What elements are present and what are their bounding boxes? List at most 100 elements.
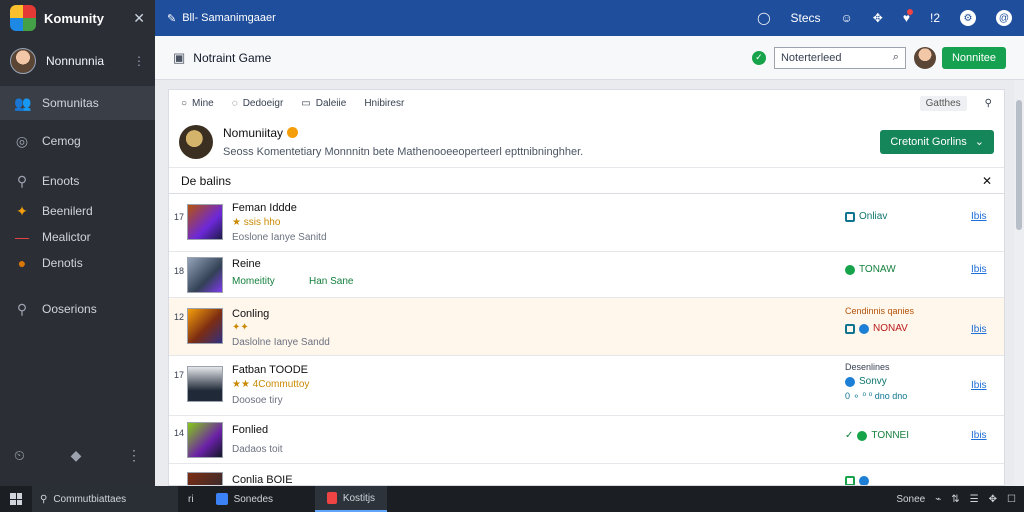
top-bar-title: ✎ Bll- Samanimgaaer <box>167 12 757 25</box>
row-link[interactable]: Ibis <box>971 324 987 335</box>
more-icon[interactable]: ⋮ <box>133 54 145 68</box>
gamepad-icon: ◎ <box>15 132 29 149</box>
notification-icon[interactable]: !2 <box>930 11 940 25</box>
app-icon <box>215 493 228 505</box>
windows-icon <box>10 493 22 505</box>
sidebar-item-somunitas[interactable]: 👥 Somunitas <box>0 86 155 120</box>
app-icon <box>327 492 337 504</box>
filter-label: Hnibiresr <box>364 97 405 109</box>
row-number: 17 <box>174 370 185 380</box>
status-label: Cendinnis qanies <box>845 306 915 316</box>
row-link[interactable]: Ibis <box>971 211 987 222</box>
status-badge: Sonvy <box>845 376 887 387</box>
diamond-icon[interactable]: ◆ <box>71 447 82 464</box>
circle-icon[interactable]: ◯ <box>757 11 770 25</box>
start-button[interactable] <box>0 493 32 505</box>
table-row[interactable]: 18 Reine Momeitity Han Sane TONAW Ibis <box>169 252 1004 298</box>
sidebar-item-label: Ooserions <box>42 302 97 316</box>
status-text: Onliav <box>859 211 888 222</box>
row-link[interactable]: Ibis <box>971 264 987 275</box>
status-text: NONAV <box>873 323 908 334</box>
smile-icon[interactable]: ☺ <box>841 11 853 25</box>
section-title: De balins <box>181 173 232 188</box>
filter-mine[interactable]: ○ Mine <box>181 98 214 109</box>
filter-daleiie[interactable]: ▭ Daleiie <box>301 98 346 109</box>
sidebar-item-cemog[interactable]: ◎ Cemog <box>0 124 155 158</box>
row-rating: ✦✦ <box>232 322 249 333</box>
taskbar-app-label: Kostitjs <box>342 492 376 504</box>
table-row[interactable]: 12 Conling ✦✦ Daslolne Ianye Sandd Cendi… <box>169 298 1004 356</box>
more-icon[interactable]: ⋮ <box>127 447 141 464</box>
taskbar-app[interactable]: Sonedes <box>204 486 285 512</box>
sidebar-item-denotis[interactable]: ● Denotis <box>0 250 155 276</box>
status-badge: TONAW <box>845 264 896 275</box>
row-number: 12 <box>174 312 185 322</box>
search-input[interactable]: Noterterleed ⌕ <box>773 46 906 69</box>
row-link[interactable]: Ibis <box>971 380 987 391</box>
taskbar-label: ri <box>188 493 194 505</box>
row-name: Fatban TOODE <box>232 364 309 376</box>
status-label: Desenlines <box>845 362 890 372</box>
taskbar-search[interactable]: ⚲ Commutbiattaes <box>32 486 178 512</box>
table-row[interactable]: 17 Fatban TOODE ★★ 4Commuttoy Doosoe tir… <box>169 356 1004 416</box>
action-dropdown-button[interactable]: Cretonit Gorlins ⌄ <box>880 129 994 154</box>
sidebar-header: Komunity ✕ <box>0 0 155 36</box>
avatar[interactable] <box>913 46 936 69</box>
notifications-icon[interactable]: ☐ <box>1007 494 1016 505</box>
filter-button[interactable]: Gatthes <box>919 95 967 111</box>
taskbar: ⚲ Commutbiattaes ri Sonedes Kostitjs Son… <box>0 486 1024 512</box>
search-icon[interactable]: ⚲ <box>985 98 992 109</box>
stecs-link[interactable]: Stecs <box>791 11 821 25</box>
top-bar-icons: ◯ Stecs ☺ ✥ ♥ !2 ⚙ @ <box>757 9 1012 26</box>
move-icon[interactable]: ✥ <box>873 11 883 25</box>
sidebar-footer: ⏲ ◆ ⋮ <box>0 447 155 464</box>
primary-button[interactable]: Nonnitee <box>941 46 1006 69</box>
page-title: Bll- Samanimgaaer <box>182 12 276 24</box>
row-rating: ★★ 4Commuttoy <box>232 379 310 390</box>
app-title: Komunity <box>44 10 104 26</box>
status-icon <box>845 264 855 275</box>
move-icon[interactable]: ✥ <box>989 494 997 505</box>
menu-icon[interactable]: ☰ <box>970 494 979 505</box>
clock-icon[interactable]: ⏲ <box>14 447 25 464</box>
status-icon <box>857 430 868 441</box>
table-row[interactable]: 17 Feman Iddde ★ ssis hho Eoslone Ianye … <box>169 196 1004 252</box>
taskbar-app-active[interactable]: Kostitjs <box>315 486 388 512</box>
filter-hnibiresr[interactable]: Hnibiresr <box>364 98 404 109</box>
status-badge: ✓ TONNEI <box>845 430 909 441</box>
row-link[interactable]: Ibis <box>971 430 987 441</box>
table-row[interactable]: 14 Fonlied Dadaos toit ✓ TONNEI Ibis <box>169 416 1004 464</box>
settings-icon[interactable]: ⚙ <box>960 10 976 26</box>
search-icon[interactable]: ⌕ <box>893 51 899 64</box>
status-icon <box>845 376 855 387</box>
row-meta: Dadaos toit <box>232 444 283 455</box>
wifi-icon[interactable]: ⌁ <box>935 494 941 505</box>
account-icon[interactable]: @ <box>996 10 1012 26</box>
close-icon[interactable]: ✕ <box>133 10 145 27</box>
row-meta: Daslolne Ianye Sandd <box>232 337 330 348</box>
network-icon[interactable]: ⇅ <box>951 494 959 505</box>
status-icon <box>845 476 855 485</box>
sidebar-user[interactable]: Nonnunnia ⋮ <box>0 36 155 86</box>
sidebar-item-enoots[interactable]: ⚲ Enoots <box>0 164 155 198</box>
vertical-scrollbar[interactable] <box>1014 80 1024 486</box>
table-row[interactable]: Conlia BOIE <box>169 464 1004 485</box>
filter-bar: ○ Mine ◌ Dedoeigr ▭ Daleiie Hnibiresr Gatth… <box>169 90 1004 116</box>
main-panel: ○ Mine ◌ Dedoeigr ▭ Daleiie Hnibiresr Gatth… <box>168 89 1005 486</box>
sidebar-item-label: Cemog <box>42 134 81 148</box>
heart-icon[interactable]: ♥ <box>903 9 914 25</box>
status-text: TONAW <box>859 264 896 275</box>
row-sub: Momeitity <box>232 276 275 287</box>
wand-icon: ✦ <box>16 202 28 219</box>
check-icon: ✓ <box>845 430 854 441</box>
sidebar: Komunity ✕ Nonnunnia ⋮ 👥 Somunitas ◎ Cem… <box>0 0 155 486</box>
sidebar-item-label: Mealictor <box>42 230 91 244</box>
box-icon: ▭ <box>301 97 311 109</box>
sidebar-item-beenilerd[interactable]: ✦ Beenilerd <box>0 198 155 224</box>
sidebar-item-mealictor[interactable]: — Mealictor <box>0 224 155 250</box>
sidebar-item-ooserions[interactable]: ⚲ Ooserions <box>0 292 155 326</box>
filter-dedoeigr[interactable]: ◌ Dedoeigr <box>232 98 284 109</box>
close-icon[interactable]: ✕ <box>982 174 992 188</box>
scrollbar-thumb[interactable] <box>1016 100 1022 230</box>
row-number: 17 <box>174 212 185 222</box>
